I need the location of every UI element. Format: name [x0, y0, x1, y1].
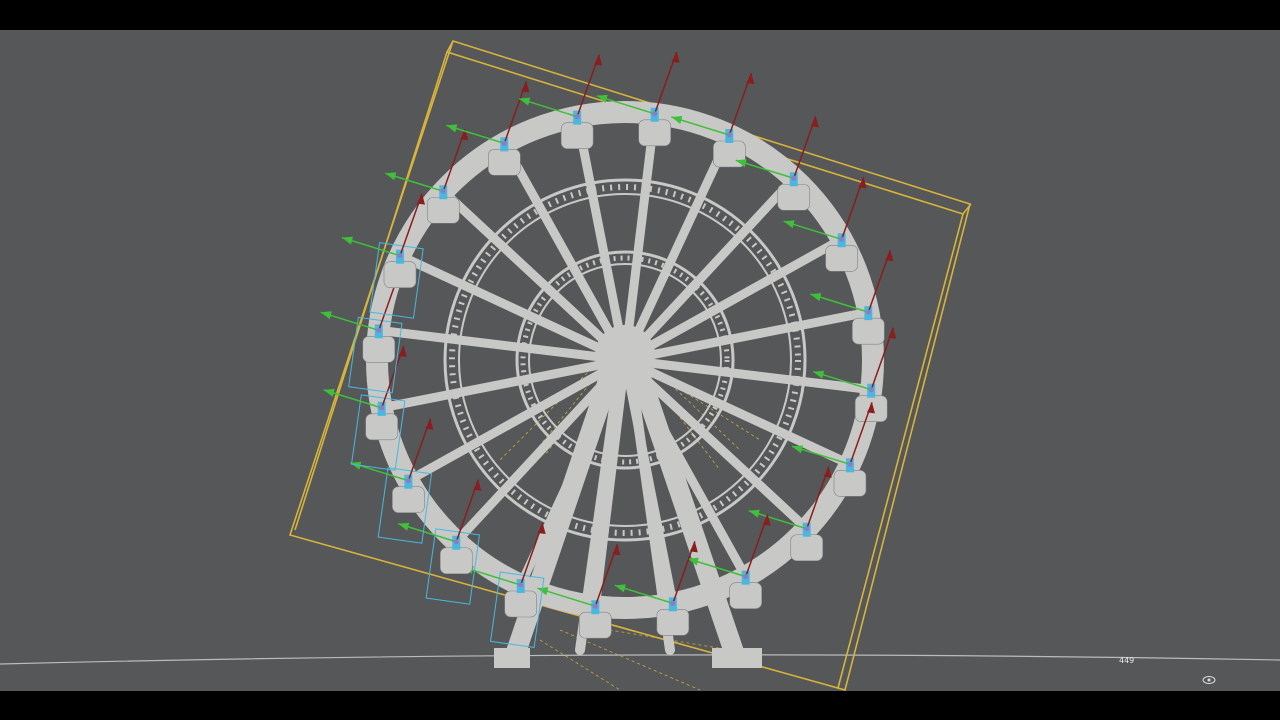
- axis-side-arrowhead: [614, 584, 626, 593]
- pivot-point[interactable]: [379, 405, 385, 411]
- gondola-cabin[interactable]: [729, 582, 763, 609]
- gondola-cabin[interactable]: [833, 470, 867, 497]
- ground-plane-line: [0, 654, 1280, 665]
- pivot-point[interactable]: [868, 387, 874, 393]
- gondola-cabin[interactable]: [825, 244, 858, 272]
- gondola-cabin[interactable]: [439, 547, 473, 575]
- scene-canvas[interactable]: [0, 30, 1280, 691]
- axis-side-arrowhead: [385, 172, 397, 181]
- axis-side-arrowhead: [446, 124, 458, 133]
- gondola-cabin[interactable]: [560, 122, 594, 149]
- pivot-point[interactable]: [574, 114, 580, 120]
- gondola-cabin[interactable]: [504, 590, 537, 618]
- gondola-cabin[interactable]: [777, 183, 811, 211]
- pivot-point[interactable]: [804, 526, 810, 532]
- pivot-point[interactable]: [847, 461, 853, 467]
- axis-side-arrowhead: [748, 509, 760, 518]
- pivot-point[interactable]: [865, 309, 871, 315]
- axis-side-arrowhead: [519, 97, 531, 106]
- gondola-cabin[interactable]: [365, 413, 398, 441]
- gondola-cabin[interactable]: [638, 119, 671, 147]
- pivot-point[interactable]: [592, 603, 598, 609]
- pivot-point[interactable]: [453, 539, 459, 545]
- pivot-point[interactable]: [743, 574, 749, 580]
- gondola-cabin[interactable]: [790, 534, 824, 562]
- gondola-cabin[interactable]: [392, 486, 425, 514]
- gondola-cabin[interactable]: [656, 609, 690, 636]
- gondola-cabin[interactable]: [579, 611, 612, 639]
- axis-side-arrowhead: [791, 445, 803, 454]
- axis-side-arrowhead: [813, 370, 825, 379]
- view-cube-icon[interactable]: [1202, 675, 1216, 685]
- pivot-point[interactable]: [670, 600, 676, 606]
- gondola-cabin[interactable]: [362, 336, 396, 363]
- pivot-point[interactable]: [440, 188, 446, 194]
- axis-side-arrowhead: [342, 236, 354, 245]
- axis-side-arrowhead: [810, 293, 822, 302]
- axis-side-arrowhead: [323, 388, 335, 397]
- axis-side-arrowhead: [320, 311, 332, 320]
- axis-side-arrowhead: [783, 220, 795, 229]
- gondola-cabin[interactable]: [426, 196, 460, 224]
- pivot-point[interactable]: [501, 140, 507, 146]
- gondola-cabin[interactable]: [487, 149, 521, 176]
- pivot-point[interactable]: [726, 132, 732, 138]
- letterbox-top: [0, 0, 1280, 30]
- pivot-point[interactable]: [791, 175, 797, 181]
- pivot-point[interactable]: [376, 327, 382, 333]
- pivot-point[interactable]: [397, 253, 403, 259]
- axis-side-arrowhead: [398, 522, 410, 531]
- pivot-point[interactable]: [518, 582, 524, 588]
- 3d-viewport[interactable]: 449: [0, 30, 1280, 691]
- pivot-point[interactable]: [839, 236, 845, 242]
- gondola-cabin[interactable]: [852, 317, 885, 345]
- gondola-cabin[interactable]: [383, 261, 417, 288]
- pivot-point[interactable]: [652, 111, 658, 117]
- frame-readout: 449: [1119, 656, 1135, 665]
- pivot-point[interactable]: [405, 478, 411, 484]
- letterbox-bottom: [0, 691, 1280, 720]
